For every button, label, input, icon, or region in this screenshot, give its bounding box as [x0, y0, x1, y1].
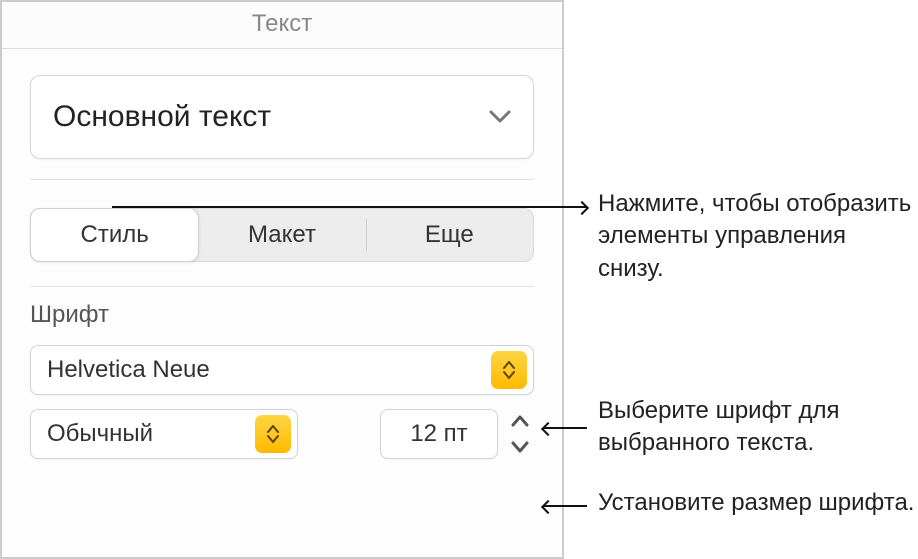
- tab-style-label: Стиль: [81, 221, 149, 249]
- callout-tabs: Нажмите, чтобы отобразить элементы управ…: [598, 188, 918, 285]
- text-inspector-panel: Текст Основной текст Стиль Макет Еще Шри…: [0, 0, 564, 559]
- tab-layout[interactable]: Макет: [198, 209, 365, 261]
- font-family-label: Helvetica Neue: [31, 356, 491, 384]
- tab-more-label: Еще: [425, 221, 474, 249]
- font-family-popup[interactable]: Helvetica Neue: [30, 345, 534, 395]
- updown-arrows-icon: [491, 351, 527, 389]
- tab-more[interactable]: Еще: [366, 209, 533, 261]
- updown-arrows-icon: [255, 415, 291, 453]
- font-size-group: 12 пт: [380, 409, 534, 459]
- stepper-up-button[interactable]: [506, 410, 534, 432]
- callout-font-family: Выберите шрифт для выбранного текста.: [598, 395, 918, 460]
- font-size-value: 12 пт: [410, 420, 467, 448]
- paragraph-style-row: Основной текст: [2, 49, 562, 179]
- panel-title: Текст: [2, 2, 562, 49]
- paragraph-style-label: Основной текст: [53, 100, 271, 134]
- font-weight-size-row: Обычный 12 пт: [2, 405, 562, 469]
- paragraph-style-popup[interactable]: Основной текст: [30, 75, 534, 159]
- callout-connector: [543, 505, 587, 507]
- font-section-heading: Шрифт: [2, 287, 562, 341]
- font-size-field[interactable]: 12 пт: [380, 409, 498, 459]
- font-family-row: Helvetica Neue: [2, 341, 562, 405]
- chevron-down-icon: [489, 110, 511, 124]
- font-weight-popup[interactable]: Обычный: [30, 409, 298, 459]
- callout-font-size: Установите размер шрифта.: [598, 487, 918, 519]
- tab-layout-label: Макет: [248, 221, 316, 249]
- callout-connector: [543, 427, 587, 429]
- segmented-row: Стиль Макет Еще: [2, 180, 562, 286]
- stepper-down-button[interactable]: [506, 436, 534, 458]
- font-size-stepper: [506, 410, 534, 458]
- font-weight-label: Обычный: [31, 420, 255, 448]
- text-tabs: Стиль Макет Еще: [30, 208, 534, 262]
- tab-style[interactable]: Стиль: [30, 208, 199, 262]
